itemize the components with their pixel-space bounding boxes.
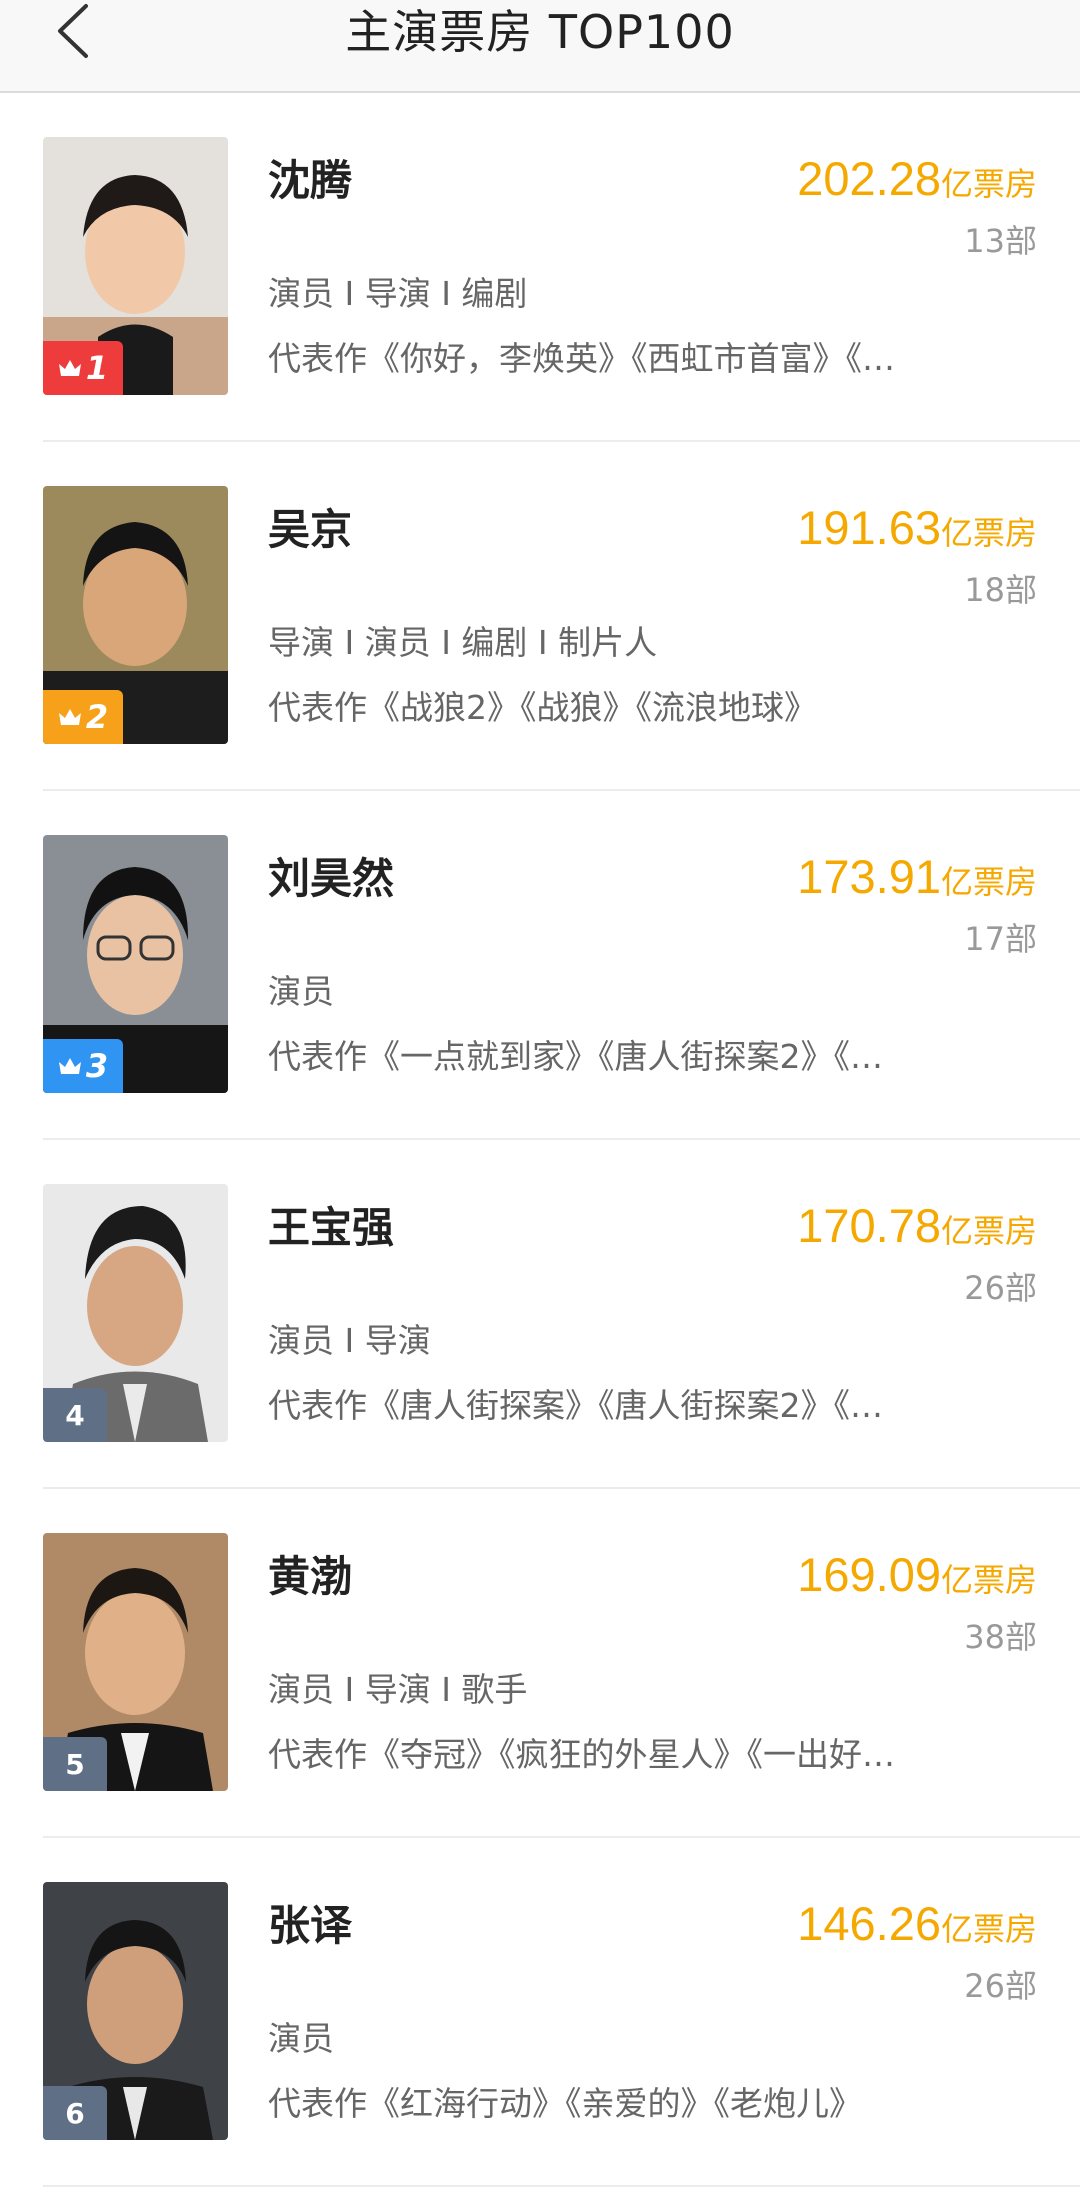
rank-badge: 2 [43, 690, 123, 744]
box-office-unit: 亿票房 [940, 165, 1037, 203]
box-office: 169.09亿票房 [797, 1547, 1037, 1603]
ranking-list: 1 沈腾 202.28亿票房 13部 演员 I 导演 I 编剧 代表作《你好，李… [0, 93, 1080, 2187]
box-office: 173.91亿票房 [797, 849, 1037, 905]
box-office-unit: 亿票房 [940, 1212, 1037, 1250]
rank-badge: 3 [43, 1039, 123, 1093]
actor-roles: 演员 I 导演 [268, 1321, 431, 1360]
box-office-value: 169.09 [797, 1548, 941, 1601]
box-office-unit: 亿票房 [940, 1561, 1037, 1599]
list-item[interactable]: 4 王宝强 170.78亿票房 26部 演员 I 导演 代表作《唐人街探案》《唐… [0, 1140, 1080, 1489]
actor-name: 沈腾 [268, 156, 353, 205]
box-office-value: 202.28 [797, 152, 941, 205]
film-count: 26部 [964, 1269, 1037, 1307]
actor-name: 黄渤 [268, 1552, 353, 1601]
list-item[interactable]: 3 刘昊然 173.91亿票房 17部 演员 代表作《一点就到家》《唐人街探案2… [0, 791, 1080, 1140]
actor-name: 吴京 [268, 505, 353, 554]
crown-icon [58, 709, 81, 725]
box-office-value: 170.78 [797, 1199, 941, 1252]
box-office-value: 146.26 [797, 1897, 941, 1950]
list-item[interactable]: 2 吴京 191.63亿票房 18部 导演 I 演员 I 编剧 I 制片人 代表… [0, 442, 1080, 791]
actor-roles: 导演 I 演员 I 编剧 I 制片人 [268, 623, 658, 662]
avatar: 2 [43, 486, 228, 744]
rank-badge: 5 [43, 1737, 107, 1791]
box-office: 202.28亿票房 [797, 151, 1037, 207]
top-bar: 主演票房 TOP100 [0, 0, 1080, 93]
avatar: 6 [43, 1882, 228, 2140]
film-count: 13部 [964, 222, 1037, 260]
actor-roles: 演员 [268, 972, 334, 1011]
box-office: 170.78亿票房 [797, 1198, 1037, 1254]
rank-badge: 6 [43, 2086, 107, 2140]
box-office: 146.26亿票房 [797, 1896, 1037, 1952]
rank-number: 5 [65, 1747, 85, 1781]
actor-roles: 演员 I 导演 I 歌手 [268, 1670, 528, 1709]
representative-works: 代表作《战狼2》《战狼》《流浪地球》 [268, 688, 817, 727]
box-office-value: 191.63 [797, 501, 941, 554]
actor-roles: 演员 I 导演 I 编剧 [268, 274, 528, 313]
box-office-unit: 亿票房 [940, 514, 1037, 552]
film-count: 18部 [964, 571, 1037, 609]
rank-number: 6 [65, 2096, 85, 2130]
crown-icon [58, 360, 81, 376]
actor-name: 张译 [268, 1901, 353, 1950]
avatar: 3 [43, 835, 228, 1093]
rank-badge: 4 [43, 1388, 107, 1442]
film-count: 26部 [964, 1967, 1037, 2005]
representative-works: 代表作《你好，李焕英》《西虹市首富》《… [268, 339, 895, 378]
box-office-value: 173.91 [797, 850, 941, 903]
crown-icon [58, 1058, 81, 1074]
representative-works: 代表作《唐人街探案》《唐人街探案2》《… [268, 1386, 883, 1425]
avatar: 5 [43, 1533, 228, 1791]
page-title: 主演票房 TOP100 [345, 5, 735, 59]
rank-badge: 1 [43, 341, 123, 395]
actor-name: 王宝强 [268, 1203, 395, 1252]
rank-number: 3 [85, 1047, 109, 1085]
list-item[interactable]: 5 黄渤 169.09亿票房 38部 演员 I 导演 I 歌手 代表作《夺冠》《… [0, 1489, 1080, 1838]
actor-roles: 演员 [268, 2019, 334, 2058]
representative-works: 代表作《夺冠》《疯狂的外星人》《一出好… [268, 1735, 895, 1774]
list-item[interactable]: 1 沈腾 202.28亿票房 13部 演员 I 导演 I 编剧 代表作《你好，李… [0, 93, 1080, 442]
actor-name: 刘昊然 [268, 854, 395, 903]
representative-works: 代表作《红海行动》《亲爱的》《老炮儿》 [268, 2084, 862, 2123]
avatar: 4 [43, 1184, 228, 1442]
avatar: 1 [43, 137, 228, 395]
rank-number: 4 [65, 1398, 85, 1432]
list-item[interactable]: 6 张译 146.26亿票房 26部 演员 代表作《红海行动》《亲爱的》《老炮儿… [0, 1838, 1080, 2187]
rank-number: 2 [85, 698, 109, 736]
film-count: 17部 [964, 920, 1037, 958]
rank-number: 1 [85, 349, 109, 387]
box-office-unit: 亿票房 [940, 1910, 1037, 1948]
film-count: 38部 [964, 1618, 1037, 1656]
representative-works: 代表作《一点就到家》《唐人街探案2》《… [268, 1037, 883, 1076]
box-office: 191.63亿票房 [797, 500, 1037, 556]
box-office-unit: 亿票房 [940, 863, 1037, 901]
